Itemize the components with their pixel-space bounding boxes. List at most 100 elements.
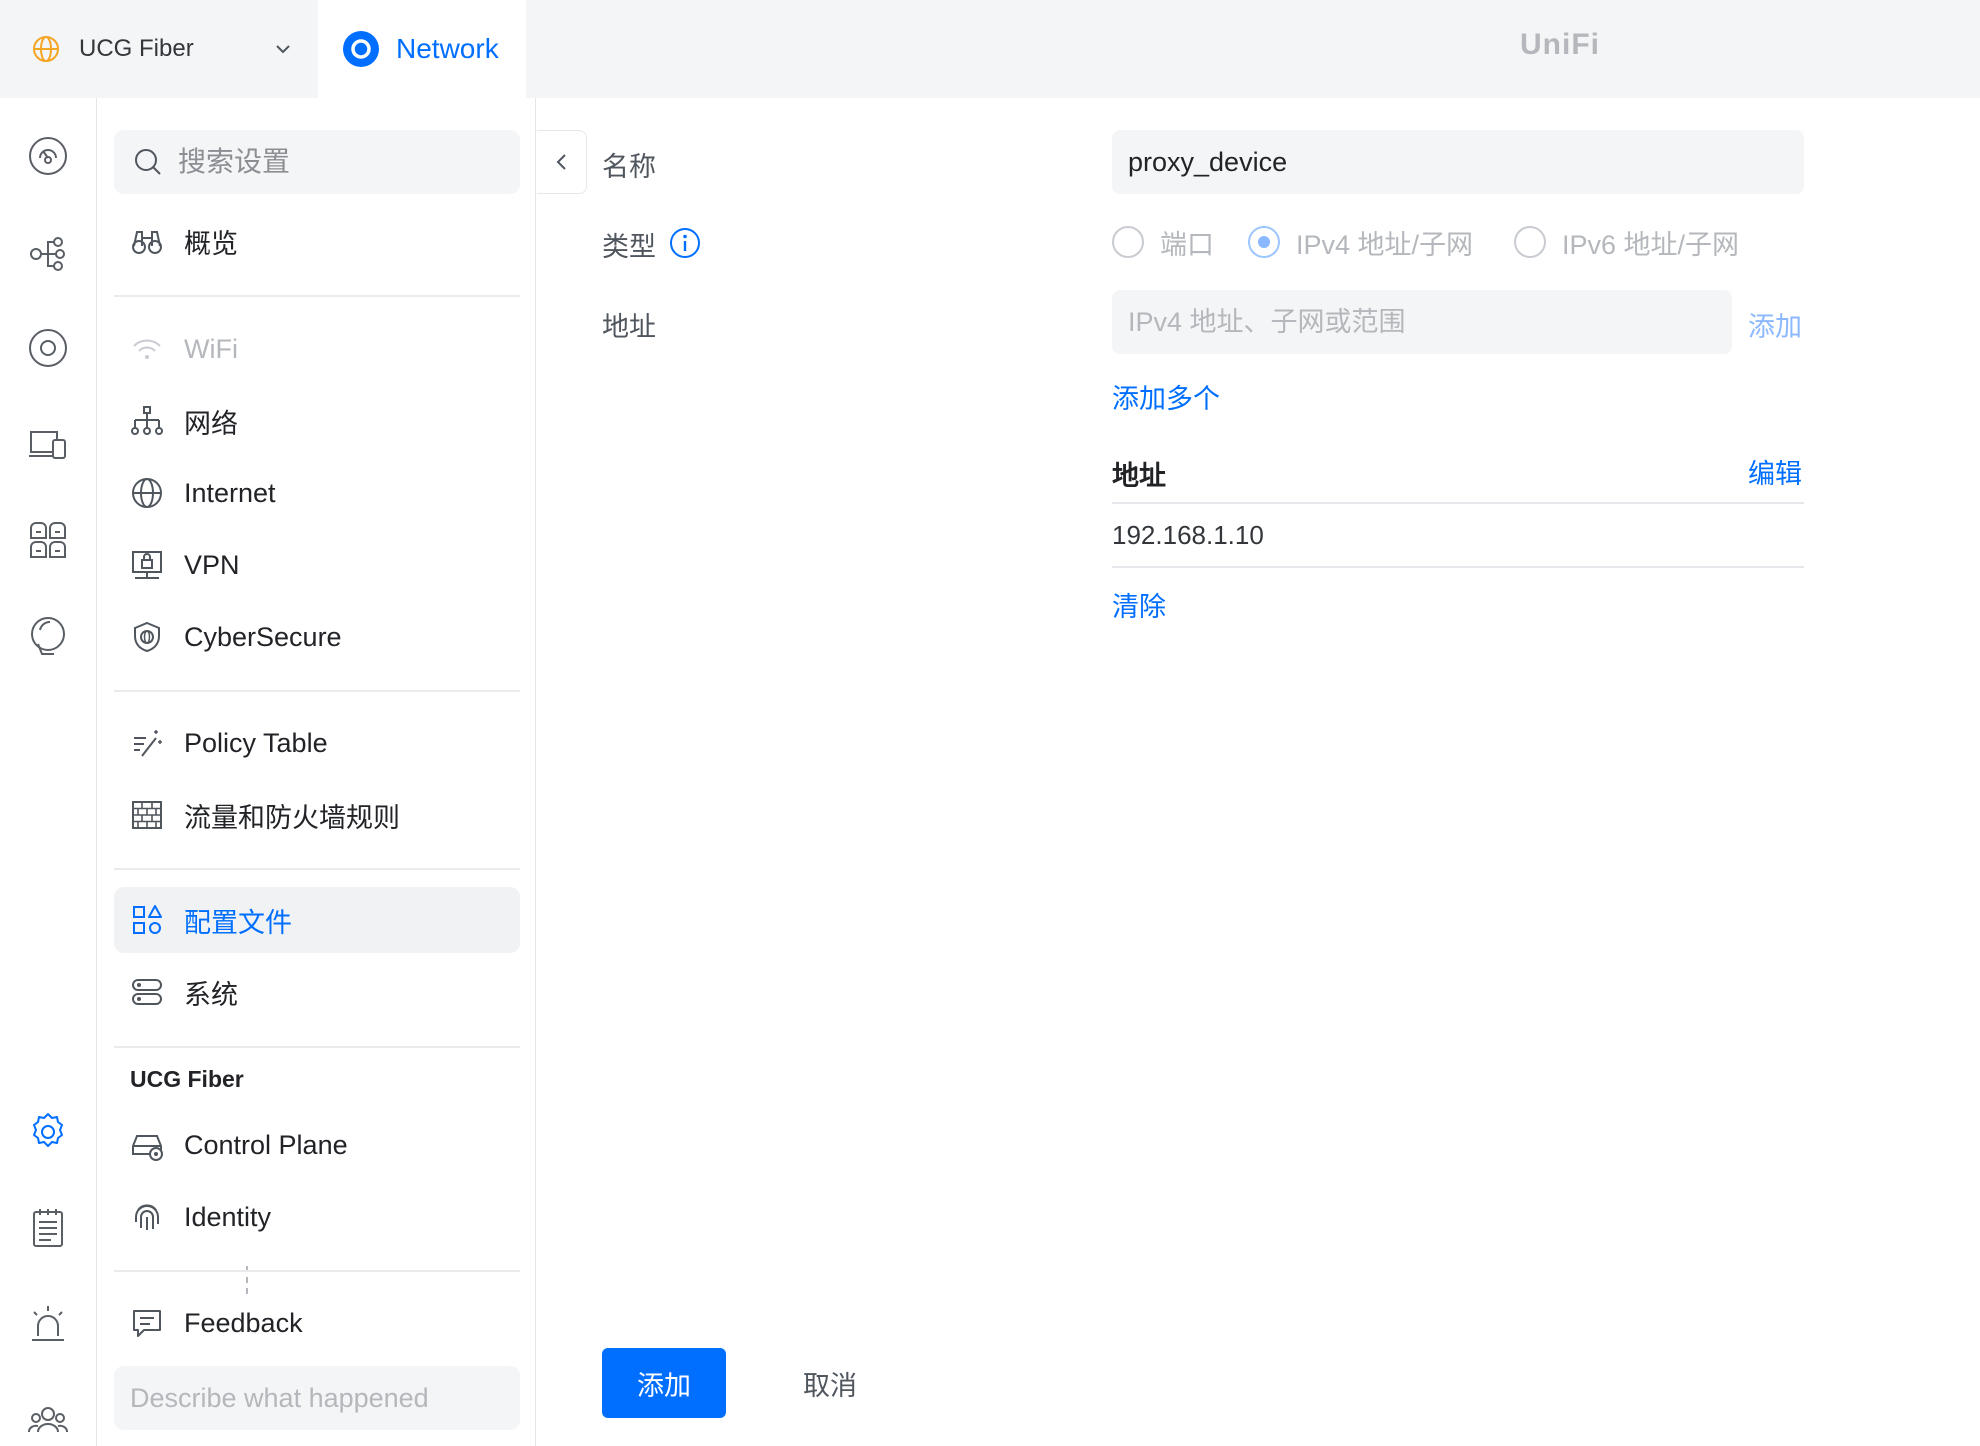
brand-logo: UniFi [1520,28,1600,61]
nav-label: Internet [184,477,276,508]
alarm-icon [32,1306,64,1341]
nav-item-policy-table[interactable]: Policy Table [114,710,520,776]
radio-circle-selected [1248,226,1280,258]
name-input[interactable] [1112,130,1804,194]
app-name: Network [396,33,499,64]
nav-item-firewall[interactable]: 流量和防火墙规则 [114,782,520,848]
nav-item-vpn[interactable]: VPN [114,532,520,598]
rail-dashboard[interactable] [22,130,74,182]
add-submit-button[interactable]: 添加 [602,1348,726,1418]
cancel-button[interactable]: 取消 [780,1348,880,1418]
wifi-icon [133,339,161,359]
info-icon[interactable] [668,226,702,260]
app-tab-network[interactable]: Network [318,0,526,98]
nav-label: 流量和防火墙规则 [184,802,400,833]
top-bar: UCG Fiber Network UniFi [0,0,1980,98]
clear-link[interactable]: 清除 [1112,585,1166,624]
chevron-left-icon [556,154,566,170]
rail-devices[interactable] [22,322,74,374]
shield-icon [134,621,160,653]
settings-search[interactable] [114,130,520,194]
network-tree-icon [131,406,163,435]
rail-innerspace[interactable] [22,610,74,662]
nav-item-overview[interactable]: 概览 [114,208,520,274]
nav-label: 系统 [184,979,238,1010]
radio-label: IPv6 地址/子网 [1562,229,1740,260]
radio-label: IPv4 地址/子网 [1296,229,1474,260]
insights-icon [30,522,66,558]
feedback-input[interactable] [114,1366,520,1430]
search-input[interactable] [178,146,498,178]
nav-divider [114,1046,520,1048]
innerspace-icon [31,617,65,655]
add-address-link[interactable]: 添加 [1748,305,1802,344]
dashboard-icon [29,137,67,175]
nav-item-control-plane[interactable]: Control Plane [114,1112,520,1178]
nav-item-networks[interactable]: 网络 [114,388,520,454]
collapse-panel-button[interactable] [537,130,587,194]
address-list-header: 地址 [1112,461,1166,491]
nav-item-internet[interactable]: Internet [114,460,520,526]
rail-settings[interactable] [22,1106,74,1158]
nav-label: 网络 [184,408,238,439]
list-divider [1112,502,1804,504]
profiles-icon [133,905,162,934]
admins-icon [28,1407,68,1433]
nav-item-system[interactable]: 系统 [114,959,520,1025]
rail-alarms[interactable] [22,1298,74,1350]
devices-icon [29,329,67,367]
rail-admins[interactable] [22,1394,74,1446]
nav-item-identity[interactable]: Identity [114,1184,520,1250]
settings-icon [33,1113,63,1147]
edit-link[interactable]: 编辑 [1748,452,1802,491]
logs-icon [33,1209,63,1247]
vpn-lock-icon [132,551,162,579]
rail-insights[interactable] [22,514,74,566]
address-label: 地址 [602,312,656,342]
nav-divider [114,295,520,297]
site-switcher[interactable]: UCG Fiber [0,0,316,98]
add-multiple-link[interactable]: 添加多个 [1112,377,1220,416]
rail-logs[interactable] [22,1202,74,1254]
app-rail [0,98,97,1446]
nav-label: VPN [184,549,240,580]
nav-item-feedback[interactable]: Feedback [114,1290,520,1356]
fingerprint-icon [135,1204,159,1230]
brick-wall-icon [132,801,162,829]
nav-label: WiFi [184,333,238,364]
address-input[interactable] [1112,290,1732,354]
gateway-gear-icon [132,1135,163,1161]
list-item: 192.168.1.10 [1112,520,1264,550]
chevron-down-icon [276,45,290,54]
binoculars-icon [132,231,162,254]
nav-label: 概览 [184,228,238,259]
site-name: UCG Fiber [79,35,194,62]
radio-circle [1514,226,1546,258]
system-toggles-icon [132,979,162,1005]
nav-label: Identity [184,1201,272,1232]
settings-nav: 概览 WiFi 网络 [98,98,536,1446]
app-root: UCG Fiber Network UniFi 搜索设置 概览 WiFi 网络 … [0,0,1980,1446]
nav-label: Control Plane [184,1129,348,1160]
name-label: 名称 [602,152,656,182]
search-icon [135,149,161,175]
radio-circle [1112,226,1144,258]
type-radio-ipv4[interactable]: IPv4 地址/子网 [1248,224,1473,260]
nav-item-profiles[interactable]: 配置文件 [114,887,520,953]
clients-icon [29,431,66,459]
globe-icon [132,478,162,508]
nav-label: Policy Table [184,727,328,758]
topology-icon [30,237,65,271]
nav-divider [114,1270,520,1272]
type-radio-ipv6[interactable]: IPv6 地址/子网 [1514,224,1739,260]
nav-item-wifi[interactable]: WiFi [114,316,520,382]
list-divider [1112,566,1804,568]
network-app-icon [343,31,379,67]
nav-group-title: UCG Fiber [130,1066,244,1092]
type-radio-port[interactable]: 端口 [1112,224,1214,260]
type-label: 类型 [602,232,656,262]
chat-bubble-icon [133,1310,161,1337]
rail-clients[interactable] [22,418,74,470]
rail-topology[interactable] [22,226,74,278]
nav-item-cybersecure[interactable]: CyberSecure [114,604,520,670]
